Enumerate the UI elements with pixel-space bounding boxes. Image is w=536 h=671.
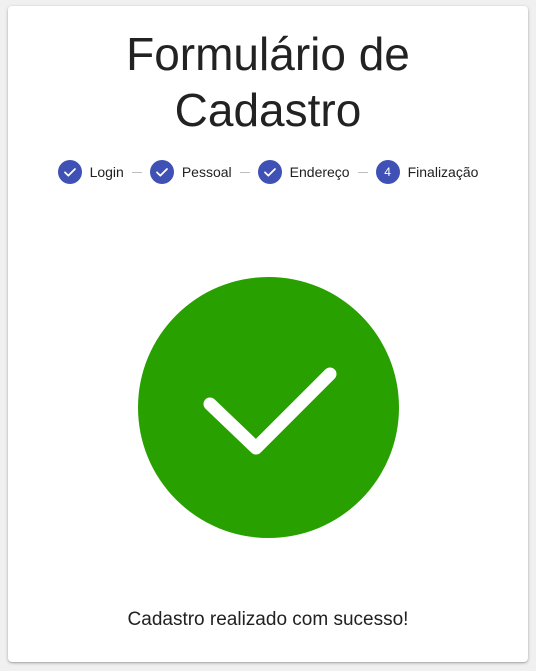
page-title-line2: Cadastro bbox=[174, 84, 362, 136]
check-icon bbox=[57, 160, 82, 184]
step-label-endereco: Endereço bbox=[289, 164, 350, 180]
check-icon bbox=[257, 160, 282, 184]
page-title: Formulário de Cadastro bbox=[8, 26, 528, 138]
page-title-line1: Formulário de bbox=[126, 28, 410, 80]
step-pessoal: Pessoal bbox=[149, 160, 232, 184]
step-label-finalizacao: Finalização bbox=[407, 164, 479, 180]
success-check-icon bbox=[138, 277, 399, 538]
success-message: Cadastro realizado com sucesso! bbox=[127, 609, 409, 630]
step-number-badge: 4 bbox=[375, 160, 400, 184]
check-icon bbox=[149, 160, 174, 184]
step-connector bbox=[131, 171, 142, 173]
step-connector bbox=[357, 171, 368, 173]
step-label-login: Login bbox=[89, 164, 124, 180]
step-finalizacao: 4 Finalização bbox=[375, 160, 479, 184]
step-connector bbox=[239, 171, 250, 173]
stepper: Login Pessoal Endereço 4 Finalização bbox=[8, 158, 528, 186]
step-label-pessoal: Pessoal bbox=[181, 164, 232, 180]
form-card: Formulário de Cadastro Login Pessoal End… bbox=[8, 6, 528, 662]
step-login: Login bbox=[57, 160, 124, 184]
step-endereco: Endereço bbox=[257, 160, 350, 184]
